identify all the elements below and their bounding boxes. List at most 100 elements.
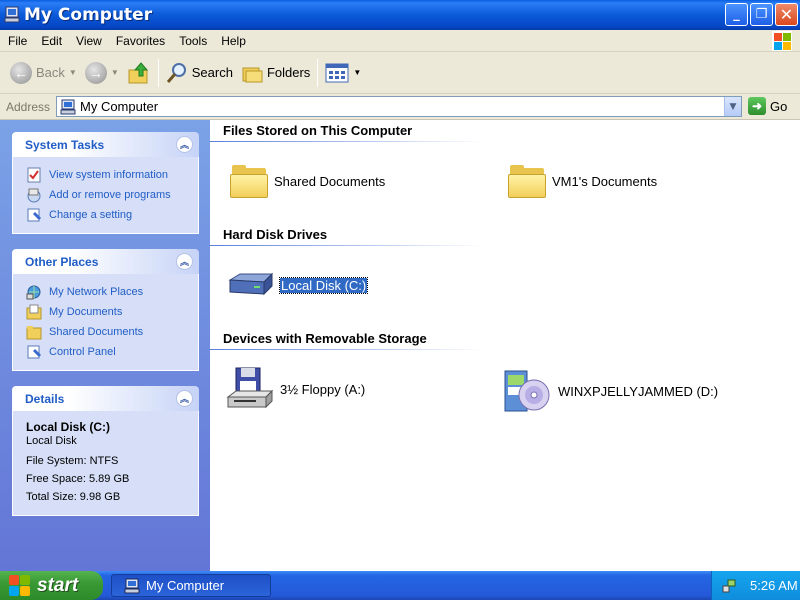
forward-dropdown-icon[interactable]: ▼	[111, 68, 119, 77]
content-area[interactable]: Files Stored on This Computer Shared Doc…	[210, 120, 800, 571]
tray-network-icon[interactable]	[722, 579, 736, 593]
hard-disk-drives-group-title: Hard Disk Drives	[223, 227, 328, 242]
forward-arrow-icon: →	[84, 61, 107, 84]
shared-documents-icon	[26, 326, 42, 340]
details-header[interactable]: Details ︽	[12, 386, 199, 411]
folders-icon	[242, 67, 263, 82]
details-free-space: Free Space: 5.89 GB	[26, 473, 130, 485]
taskbar: start My Computer 5:26 AM	[0, 571, 800, 600]
go-label: Go	[770, 98, 788, 114]
my-computer-icon	[4, 6, 20, 24]
details-total-size: Total Size: 9.98 GB	[26, 491, 121, 503]
item-label: Shared Documents	[274, 173, 386, 189]
system-tasks-title: System Tasks	[25, 137, 105, 152]
back-button[interactable]: ← Back ▼	[6, 56, 81, 90]
removable-storage-group-title: Devices with Removable Storage	[223, 331, 427, 346]
change-a-setting-link[interactable]: Change a setting	[26, 205, 198, 225]
shared-documents-link[interactable]: Shared Documents	[26, 322, 198, 342]
system-tasks-panel: System Tasks ︽ View system information A…	[12, 132, 199, 234]
address-value: My Computer	[80, 99, 159, 114]
menu-tools[interactable]: Tools	[172, 34, 214, 48]
group-divider	[210, 349, 485, 350]
folders-label: Folders	[266, 65, 311, 80]
place-label: Shared Documents	[49, 326, 144, 338]
taskbar-item-label: My Computer	[146, 578, 225, 593]
close-button[interactable]: ✕	[775, 3, 798, 26]
collapse-other-places-button[interactable]: ︽	[176, 253, 193, 270]
vm1-documents-item[interactable]: VM1's Documents	[508, 164, 657, 198]
address-input[interactable]: My Computer ▼	[56, 96, 742, 117]
toolbar: ← Back ▼ → ▼ Search Folders ▼	[0, 52, 800, 94]
address-bar: Address My Computer ▼ ➜ Go	[0, 94, 800, 120]
chevron-up-icon: ︽	[179, 140, 189, 150]
local-disk-c-item[interactable]: Local Disk (C:)	[226, 270, 369, 300]
menu-file[interactable]: File	[0, 34, 34, 48]
task-label: Add or remove programs	[49, 189, 171, 201]
menu-favorites[interactable]: Favorites	[109, 34, 172, 48]
collapse-details-button[interactable]: ︽	[176, 390, 193, 407]
restore-icon: ❐	[755, 7, 768, 22]
cd-drive-d-item[interactable]: WINXPJELLYJAMMED (D:)	[502, 367, 718, 415]
details-item-name: Local Disk (C:)	[26, 420, 111, 434]
my-documents-link[interactable]: My Documents	[26, 302, 198, 322]
address-dropdown-button[interactable]: ▼	[724, 97, 741, 116]
maximize-button[interactable]: ❐	[750, 3, 773, 26]
taskbar-my-computer-button[interactable]: My Computer	[111, 574, 271, 597]
control-panel-icon	[27, 345, 42, 359]
other-places-panel: Other Places ︽ My Network Places My Docu…	[12, 249, 199, 371]
menu-edit[interactable]: Edit	[34, 34, 69, 48]
files-stored-group-title: Files Stored on This Computer	[223, 123, 413, 138]
add-remove-programs-link[interactable]: Add or remove programs	[26, 185, 198, 205]
collapse-system-tasks-button[interactable]: ︽	[176, 136, 193, 153]
group-divider	[210, 245, 485, 246]
details-file-system: File System: NTFS	[26, 455, 119, 467]
cd-drive-icon	[504, 370, 550, 412]
task-label: Change a setting	[49, 209, 133, 221]
forward-button[interactable]: → ▼	[81, 56, 123, 90]
go-button[interactable]: ➜ Go	[748, 97, 787, 115]
menu-bar: File Edit View Favorites Tools Help	[0, 30, 800, 52]
up-button[interactable]	[123, 56, 155, 90]
views-dropdown-icon[interactable]: ▼	[353, 68, 361, 77]
other-places-title: Other Places	[25, 254, 99, 269]
details-title: Details	[25, 391, 65, 406]
other-places-header[interactable]: Other Places ︽	[12, 249, 199, 274]
place-label: My Network Places	[49, 286, 144, 298]
menu-view[interactable]: View	[69, 34, 109, 48]
back-label: Back	[36, 65, 65, 80]
place-label: Control Panel	[49, 346, 116, 358]
system-tasks-header[interactable]: System Tasks ︽	[12, 132, 199, 157]
shared-documents-item[interactable]: Shared Documents	[230, 164, 385, 198]
back-dropdown-icon[interactable]: ▼	[69, 68, 77, 77]
chevron-up-icon: ︽	[179, 257, 189, 267]
menu-help[interactable]: Help	[214, 34, 253, 48]
view-system-information-link[interactable]: View system information	[26, 165, 198, 185]
item-label: WINXPJELLYJAMMED (D:)	[558, 383, 719, 399]
title-bar[interactable]: My Computer _ ❐ ✕	[0, 0, 800, 30]
folders-button[interactable]: Folders	[237, 56, 314, 90]
system-tasks-body: View system information Add or remove pr…	[12, 157, 199, 234]
control-panel-link[interactable]: Control Panel	[26, 342, 198, 362]
folder-up-icon	[128, 61, 148, 83]
place-label: My Documents	[49, 306, 123, 318]
network-places-icon	[26, 285, 41, 300]
search-button[interactable]: Search	[162, 56, 237, 90]
details-panel: Details ︽ Local Disk (C:) Local Disk Fil…	[12, 386, 199, 516]
task-label: View system information	[49, 169, 169, 181]
my-computer-icon	[60, 99, 76, 114]
start-button[interactable]: start	[0, 571, 103, 600]
my-network-places-link[interactable]: My Network Places	[26, 282, 198, 302]
views-button[interactable]: ▼	[321, 56, 365, 90]
start-label: start	[37, 574, 79, 596]
item-label: 3½ Floppy (A:)	[280, 381, 366, 397]
search-icon	[166, 62, 186, 83]
folder-icon	[230, 164, 268, 198]
clock[interactable]: 5:26 AM	[750, 578, 798, 593]
group-divider	[210, 141, 485, 142]
floppy-drive-icon	[226, 367, 274, 409]
system-info-icon	[27, 167, 41, 183]
minimize-button[interactable]: _	[725, 3, 748, 26]
window-title: My Computer	[24, 5, 153, 25]
chevron-down-icon: ▼	[729, 101, 737, 112]
floppy-a-item[interactable]: 3½ Floppy (A:)	[226, 367, 365, 411]
